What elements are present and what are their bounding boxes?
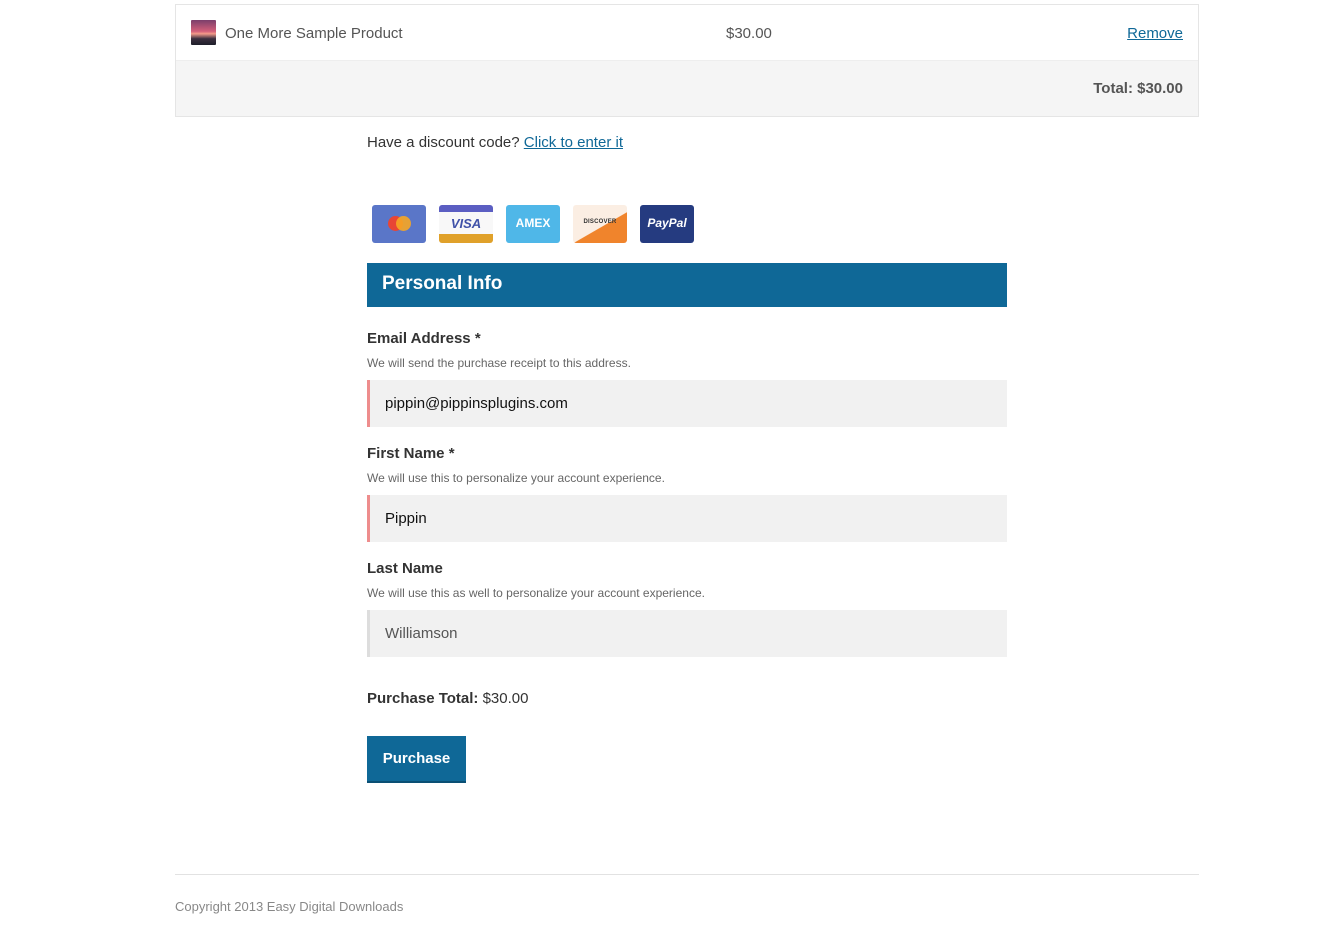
paypal-icon[interactable]: PayPal [640, 205, 694, 243]
footer-copyright: Copyright 2013 Easy Digital Downloads [175, 899, 404, 914]
personal-info-header: Personal Info [367, 263, 1007, 307]
mastercard-icon[interactable] [372, 205, 426, 243]
purchase-total-value: $30.00 [482, 690, 529, 707]
first-name-label: First Name * [367, 445, 455, 462]
product-thumbnail [191, 20, 216, 45]
cart-item-row: One More Sample Product $30.00 Remove [176, 5, 1198, 61]
visa-icon[interactable]: VISA [439, 205, 493, 243]
discount-link[interactable]: Click to enter it [524, 134, 623, 151]
discover-icon[interactable]: DISCOVER [573, 205, 627, 243]
cart-total: Total: $30.00 [1093, 80, 1183, 97]
last-name-field[interactable] [367, 610, 1007, 657]
footer-divider [175, 874, 1199, 875]
discount-prompt-text: Have a discount code? [367, 134, 520, 151]
email-description: We will send the purchase receipt to thi… [367, 356, 631, 370]
personal-info-heading: Personal Info [382, 273, 503, 294]
cart-item-name: One More Sample Product [225, 25, 403, 42]
last-name-label: Last Name [367, 560, 443, 577]
last-name-description: We will use this as well to personalize … [367, 586, 705, 600]
discount-prompt: Have a discount code? Click to enter it [367, 134, 623, 151]
cart-item-price: $30.00 [726, 25, 772, 42]
email-field[interactable] [367, 380, 1007, 427]
first-name-description: We will use this to personalize your acc… [367, 471, 665, 485]
purchase-total: Purchase Total: $30.00 [367, 690, 528, 707]
purchase-total-label: Purchase Total: [367, 690, 479, 707]
amex-icon[interactable]: AMEX [506, 205, 560, 243]
purchase-button[interactable]: Purchase [367, 736, 466, 783]
remove-item-link[interactable]: Remove [1127, 25, 1183, 42]
cart-total-row: Total: $30.00 [176, 61, 1198, 116]
first-name-field[interactable] [367, 495, 1007, 542]
email-label: Email Address * [367, 330, 481, 347]
cart-table: One More Sample Product $30.00 Remove To… [175, 4, 1199, 117]
